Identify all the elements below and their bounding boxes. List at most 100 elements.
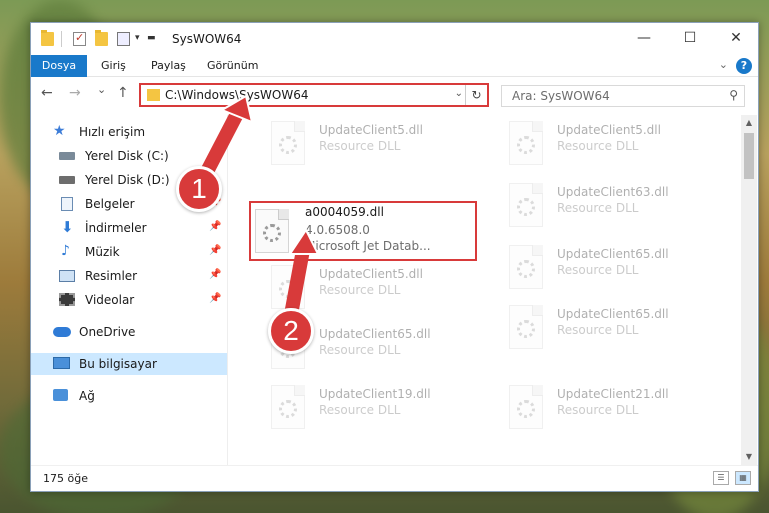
customize-icon[interactable] [117,32,130,46]
refresh-button[interactable]: ↻ [465,85,487,105]
file-description: Resource DLL [557,323,639,337]
dll-file-icon [509,183,543,227]
sidebar-item-pictures[interactable]: Resimler 📌 [31,265,227,287]
folder-icon [41,30,54,46]
file-description: Resource DLL [319,403,401,417]
file-item[interactable]: UpdateClient5.dll Resource DLL [489,115,719,171]
tab-view[interactable]: Görünüm [197,55,268,77]
dll-file-icon [271,265,305,309]
file-item[interactable]: UpdateClient63.dll Resource DLL [489,177,719,233]
sidebar-item-disk-c[interactable]: Yerel Disk (C:) [31,145,227,167]
pin-icon[interactable]: 📌 [209,221,221,232]
file-list: UpdateClient5.dll Resource DLL a0004059.… [231,115,741,465]
back-button[interactable]: ← [41,85,53,101]
address-dropdown-icon[interactable]: ⌄ [455,88,463,99]
file-description: Resource DLL [557,201,639,215]
tab-share[interactable]: Paylaş [141,55,196,77]
pane-divider[interactable] [227,115,228,465]
minimize-button[interactable]: — [621,23,667,53]
quick-access-dropdown-icon[interactable]: ▾ [135,33,140,43]
forward-button[interactable]: → [69,85,81,101]
dll-file-icon [509,385,543,429]
tab-home[interactable]: Giriş [91,55,136,77]
network-icon [53,389,68,401]
sidebar-item-downloads[interactable]: ⬇ İndirmeler 📌 [31,217,227,239]
file-name: UpdateClient5.dll [557,123,661,137]
file-item[interactable]: UpdateClient19.dll Resource DLL [251,379,481,435]
file-item[interactable]: UpdateClient5.dll Resource DLL [251,259,481,315]
properties-check-icon[interactable] [73,31,86,46]
details-view-button[interactable]: ☰ [713,471,729,485]
file-name: UpdateClient5.dll [319,123,423,137]
ribbon-tabs: Dosya Giriş Paylaş Görünüm ⌄ ? [31,55,758,77]
sidebar-item-quick-access[interactable]: ★ Hızlı erişim [31,121,227,143]
quick-access-customize-icon[interactable]: ▬ [147,33,156,43]
star-icon: ★ [53,123,66,139]
sidebar-item-label: Bu bilgisayar [79,357,157,371]
drive-icon [59,176,75,184]
close-button[interactable]: ✕ [713,23,759,53]
dll-file-icon [509,121,543,165]
sidebar-item-videos[interactable]: Videolar 📌 [31,289,227,311]
music-icon: ♪ [61,243,70,259]
sidebar-item-this-pc[interactable]: Bu bilgisayar [31,353,227,375]
sidebar-item-label: Hızlı erişim [79,125,146,139]
file-name: UpdateClient5.dll [319,267,423,281]
scroll-down-button[interactable]: ▼ [741,449,757,465]
window-title: SysWOW64 [172,32,242,46]
sidebar-item-label: Yerel Disk (C:) [85,149,169,163]
new-folder-icon[interactable] [95,30,108,46]
pin-icon[interactable]: 📌 [209,293,221,304]
videos-icon [59,293,75,306]
title-bar: ▾ ▬ SysWOW64 — ☐ ✕ [31,23,758,55]
dll-file-icon [509,305,543,349]
status-bar: 175 öğe ☰ ▦ [31,465,758,491]
download-icon: ⬇ [61,218,74,236]
sidebar-item-label: İndirmeler [85,221,147,235]
pin-icon[interactable]: 📌 [209,245,221,256]
pictures-icon [59,270,75,282]
file-name: UpdateClient63.dll [557,185,669,199]
maximize-button[interactable]: ☐ [667,23,713,53]
file-item[interactable]: UpdateClient65.dll Resource DLL [489,299,719,355]
file-name: UpdateClient19.dll [319,387,431,401]
file-description: Resource DLL [557,139,639,153]
sidebar-item-network[interactable]: Ağ [31,385,227,407]
folder-icon [147,89,160,101]
vertical-scrollbar[interactable]: ▲ ▼ [741,115,757,465]
scroll-up-button[interactable]: ▲ [741,115,757,131]
file-name: UpdateClient21.dll [557,387,669,401]
file-item[interactable]: UpdateClient65.dll Resource DLL [489,239,719,295]
file-item[interactable]: UpdateClient5.dll Resource DLL [251,115,481,171]
expand-ribbon-icon[interactable]: ⌄ [719,58,728,71]
sidebar-item-music[interactable]: ♪ Müzik 📌 [31,241,227,263]
dll-file-icon [271,385,305,429]
file-name: UpdateClient65.dll [557,307,669,321]
tab-file[interactable]: Dosya [31,55,87,77]
help-icon[interactable]: ? [736,58,752,74]
separator [61,31,62,47]
dll-file-icon [271,121,305,165]
explorer-window: ▾ ▬ SysWOW64 — ☐ ✕ Dosya Giriş Paylaş Gö… [30,22,759,492]
address-path: C:\Windows\SysWOW64 [165,88,309,102]
sidebar-item-label: Yerel Disk (D:) [85,173,170,187]
item-count: 175 öğe [43,472,88,485]
file-description: Resource DLL [557,263,639,277]
selected-file-highlight [249,201,477,261]
sidebar-item-label: Belgeler [85,197,135,211]
step-badge-2: 2 [268,308,314,354]
up-button[interactable]: ↑ [117,85,129,101]
large-icons-view-button[interactable]: ▦ [735,471,751,485]
address-bar[interactable]: C:\Windows\SysWOW64 ⌄ ↻ [139,83,489,107]
scroll-thumb[interactable] [744,133,754,179]
recent-locations-button[interactable]: ⌄ [97,83,106,96]
sidebar-item-onedrive[interactable]: OneDrive [31,321,227,343]
file-item[interactable]: UpdateClient21.dll Resource DLL [489,379,719,435]
search-input[interactable]: Ara: SysWOW64 ⚲ [501,85,745,107]
file-description: Resource DLL [319,283,401,297]
file-description: Resource DLL [319,139,401,153]
search-icon[interactable]: ⚲ [729,88,738,102]
pin-icon[interactable]: 📌 [209,269,221,280]
drive-icon [59,152,75,160]
dll-file-icon [509,245,543,289]
